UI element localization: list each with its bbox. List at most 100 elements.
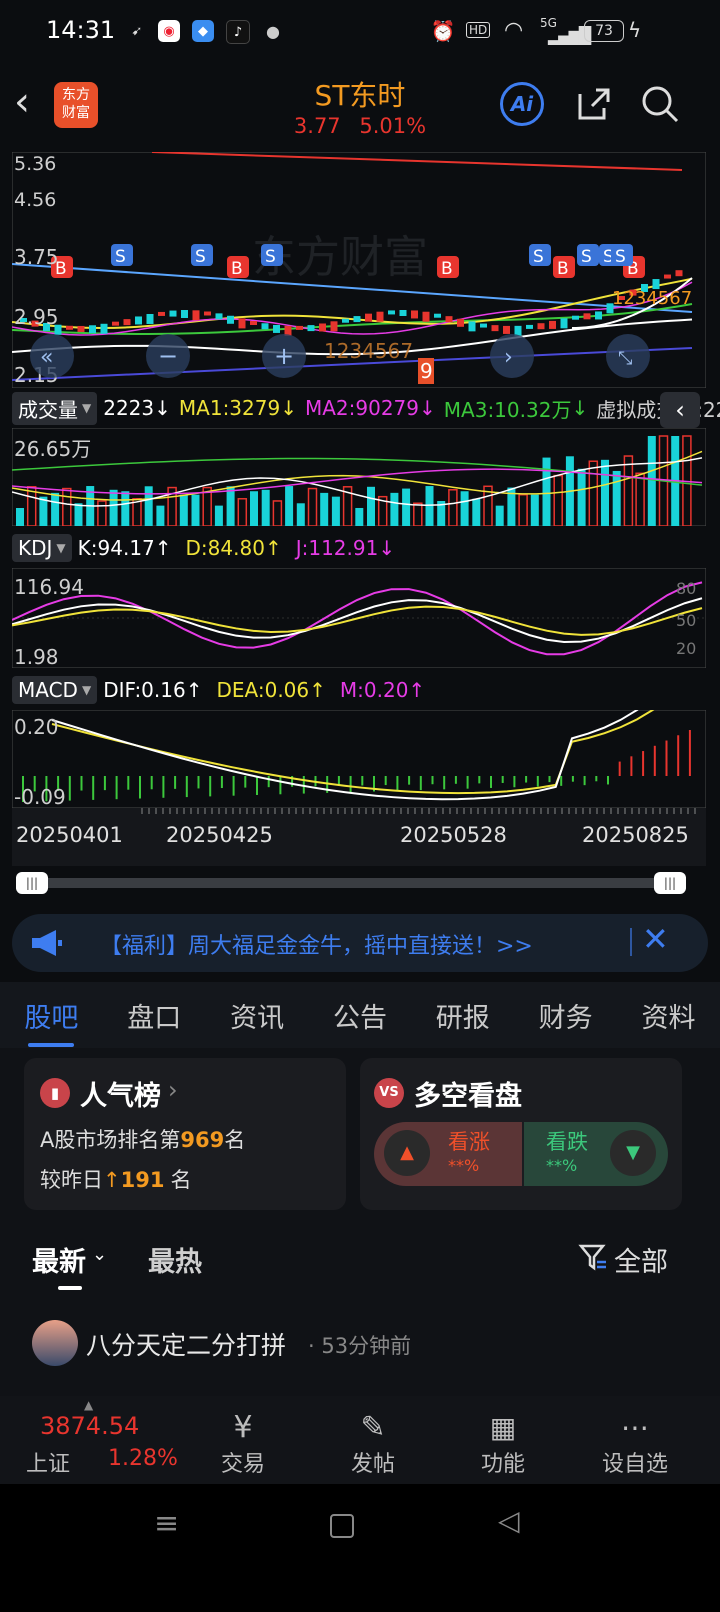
- popularity-card[interactable]: ▮ 人气榜 › A股市场排名第969名 较昨日↑191 名: [24, 1058, 346, 1210]
- date-axis: 20250401 20250425 20250528 20250825: [12, 808, 706, 866]
- kdj-ref-80: 80: [676, 579, 696, 598]
- macd-bar: [688, 730, 691, 776]
- range-slider-track[interactable]: [18, 878, 682, 888]
- index-ticker[interactable]: ▲ 3874.54 上证 1.28%: [0, 1396, 180, 1484]
- menu-icon[interactable]: ≡: [154, 1506, 179, 1541]
- macd-dif: DIF:0.16: [103, 678, 186, 702]
- chart-area[interactable]: 东方财富 B B B B B S S S S S S S 1234567 5.36 4.56 3.75 …: [12, 152, 720, 894]
- collapse-panel-button[interactable]: ‹: [660, 392, 700, 428]
- bearish-button[interactable]: 看跌 **% ▼: [524, 1122, 668, 1186]
- candle: [583, 313, 591, 320]
- triangle-down-icon: ▼: [610, 1130, 656, 1176]
- macd-bar: [525, 776, 528, 783]
- sell-marker-label: S: [533, 247, 544, 267]
- volume-bar: [553, 474, 563, 526]
- index-name: 上证: [26, 1452, 71, 1477]
- close-icon[interactable]: ✕: [642, 920, 669, 958]
- range-handle-left[interactable]: |||: [16, 872, 48, 894]
- bottom-nav: ▲ 3874.54 上证 1.28% ¥ 交易 ✎ 发帖 ▦ 功能 ⋯ 设自选: [0, 1396, 720, 1484]
- home-icon[interactable]: [330, 1514, 354, 1538]
- up-arrow-icon: ↑: [408, 678, 426, 702]
- sort-hot[interactable]: 最热: [148, 1240, 202, 1279]
- tab-guba[interactable]: 股吧: [24, 996, 78, 1047]
- macd-bar: [431, 776, 434, 785]
- tab-pankou[interactable]: 盘口: [127, 996, 181, 1035]
- filter-all[interactable]: 全部: [614, 1240, 668, 1279]
- countdown-right: 1234567: [612, 288, 692, 309]
- candle: [353, 316, 361, 323]
- macd-bar: [92, 776, 95, 800]
- macd-dif-line: [51, 710, 639, 801]
- tab-news[interactable]: 资讯: [230, 996, 284, 1035]
- kline-chart[interactable]: 东方财富 B B B B BS S S S S S S1234567 5.36 4.56 3.75 …: [12, 152, 706, 388]
- ma-yellow-line: [12, 277, 693, 329]
- tab-research[interactable]: 研报: [436, 996, 490, 1035]
- post-author[interactable]: 八分天定二分打拼: [86, 1326, 286, 1362]
- tab-finance[interactable]: 财务: [539, 996, 593, 1035]
- back-icon[interactable]: ◁: [498, 1504, 520, 1537]
- volume-selector[interactable]: 成交量 ▼: [12, 391, 98, 425]
- macd-bar: [443, 776, 446, 790]
- sell-marker-label: S: [615, 247, 626, 267]
- range-handle-right[interactable]: |||: [654, 872, 686, 894]
- popularity-title: 人气榜: [80, 1081, 161, 1112]
- candle: [491, 325, 499, 332]
- volume-bar: [51, 492, 60, 526]
- macd-bar: [408, 776, 411, 785]
- nav-add-watchlist-label: 设自选: [601, 1452, 668, 1477]
- kdj-max-label: 116.94: [14, 575, 84, 599]
- down-arrow-icon: ↓: [378, 536, 396, 560]
- kdj-chart[interactable]: 116.94 1.98 80 50 20: [12, 568, 706, 668]
- candle: [480, 323, 487, 328]
- macd-chart[interactable]: 0.20 -0.09: [12, 710, 706, 808]
- avatar[interactable]: [32, 1320, 78, 1366]
- filter-icon[interactable]: [578, 1242, 608, 1274]
- nav-functions-label: 功能: [480, 1452, 525, 1477]
- megaphone-icon: [32, 930, 62, 956]
- share-icon[interactable]: [574, 84, 614, 124]
- volume-bar: [577, 468, 586, 526]
- macd-bar: [103, 776, 106, 791]
- macd-selector[interactable]: MACD ▼: [12, 676, 98, 704]
- sort-latest[interactable]: 最新: [32, 1240, 86, 1279]
- nav-post-label: 发帖: [350, 1452, 395, 1477]
- status-bar: 14:31 ➹ ◉ ◆ ♪ ● ⏰ HD ◠ 5G ▂▄▆█ 73 ϟ: [0, 0, 720, 64]
- macd-bar: [349, 776, 352, 793]
- tab-profile[interactable]: 资料: [641, 996, 695, 1035]
- candle: [468, 321, 476, 332]
- volume-bar: [226, 486, 235, 526]
- tiktok-icon: ♪: [226, 20, 250, 44]
- candle: [215, 313, 223, 320]
- search-icon[interactable]: [640, 84, 680, 124]
- candle: [526, 324, 533, 329]
- macd-bar: [162, 776, 165, 798]
- nav-post[interactable]: ✎ 发帖: [318, 1410, 428, 1478]
- nav-add-watchlist[interactable]: ⋯ 设自选: [580, 1410, 690, 1478]
- macd-bar: [595, 776, 598, 782]
- bullish-button[interactable]: ▲ 看涨 **%: [374, 1122, 522, 1186]
- volume-chart[interactable]: 26.65万: [12, 428, 706, 526]
- macd-dea: DEA:0.06: [216, 678, 310, 702]
- candle: [169, 310, 177, 317]
- kdj-selector[interactable]: KDJ ▼: [12, 534, 72, 562]
- candle: [238, 318, 246, 329]
- long-ma-line: [151, 152, 683, 171]
- tab-announcement[interactable]: 公告: [333, 996, 387, 1035]
- macd-bar: [583, 776, 586, 786]
- ai-assistant-button[interactable]: Ai: [500, 82, 544, 126]
- banner-text[interactable]: 【福利】周大福足金金牛，摇中直接送！>>: [100, 928, 533, 960]
- macd-bar: [536, 776, 539, 787]
- promo-banner[interactable]: 【福利】周大福足金金牛，摇中直接送！>> ✕: [12, 914, 708, 972]
- macd-min-label: -0.09: [14, 785, 66, 808]
- kdj-min-label: 1.98: [14, 645, 59, 668]
- volume-bar: [74, 503, 83, 526]
- nav-trade[interactable]: ¥ 交易: [188, 1410, 298, 1478]
- stock-change-pct: 5.01%: [359, 114, 427, 138]
- nav-functions[interactable]: ▦ 功能: [448, 1410, 558, 1478]
- up-arrow-icon: ↑: [309, 678, 326, 702]
- battery-icon: 73: [584, 20, 624, 42]
- volume-bar: [320, 492, 329, 526]
- macd-bar: [630, 756, 633, 776]
- kdj-k-line: [12, 597, 703, 643]
- bearish-value: **%: [546, 1156, 578, 1175]
